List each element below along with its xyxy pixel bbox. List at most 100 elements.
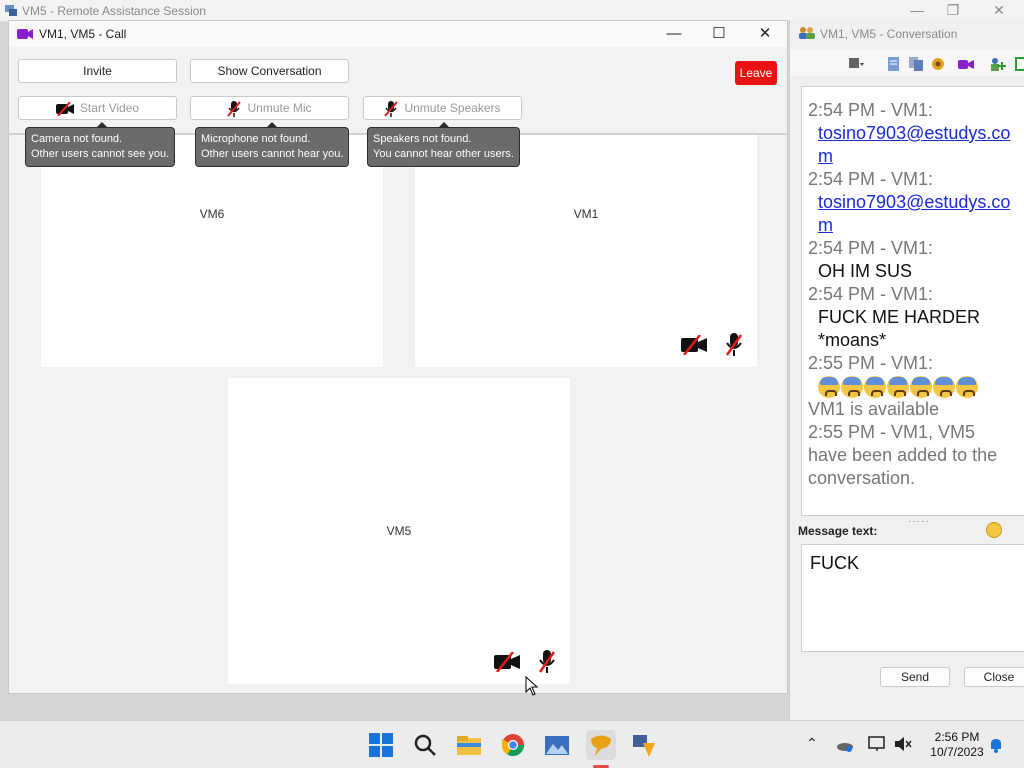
video-off-icon xyxy=(494,652,520,672)
speakers-not-found-tooltip: Speakers not found. You cannot hear othe… xyxy=(367,122,520,167)
participant-tile-vm5: VM5 xyxy=(228,378,570,684)
email-link[interactable]: tosino7903@estudys.com xyxy=(818,192,1010,235)
volume-muted-icon[interactable] xyxy=(894,736,912,752)
speaker-off-icon xyxy=(384,100,399,117)
anxious-face-emoji-icon xyxy=(956,376,978,399)
anxious-face-emoji-icon xyxy=(887,376,909,399)
message-header: 2:54 PM - VM1: xyxy=(808,100,934,120)
video-off-icon xyxy=(55,101,74,116)
clock-date: 10/7/2023 xyxy=(930,745,984,759)
call-window-title: VM1, VM5 - Call xyxy=(39,27,127,41)
emoji-picker-icon[interactable] xyxy=(986,522,1002,538)
show-conversation-button[interactable]: Show Conversation xyxy=(190,59,349,83)
photos-app-icon[interactable] xyxy=(541,729,573,761)
close-button[interactable]: Close xyxy=(964,667,1024,687)
email-link[interactable]: tosino7903@estudys.com xyxy=(818,123,1010,166)
participant-name: VM6 xyxy=(199,207,225,221)
mic-off-icon xyxy=(538,650,556,673)
outer-titlebar: VM5 - Remote Assistance Session — ❐ ✕ xyxy=(0,0,1024,22)
message-body: FUCK ME HARDER *moans* xyxy=(818,307,981,350)
video-camera-icon xyxy=(17,29,33,39)
invite-button[interactable]: Invite xyxy=(18,59,177,83)
clock-time: 2:56 PM xyxy=(934,730,980,744)
people-icon xyxy=(799,27,815,39)
call-titlebar: VM1, VM5 - Call — ☐ ✕ xyxy=(9,21,787,47)
message-header: 2:54 PM - VM1: xyxy=(808,169,934,189)
remote-assistance-icon xyxy=(5,5,17,16)
conversation-history: 2:54 PM - VM1: tosino7903@estudys.com 2:… xyxy=(801,86,1024,516)
send-button[interactable]: Send xyxy=(880,667,950,687)
tooltip-line: Speakers not found. xyxy=(373,133,472,145)
maximize-button[interactable]: ☐ xyxy=(704,24,734,44)
outer-close-button[interactable]: ✕ xyxy=(984,2,1014,19)
message-body: tosino7903@estudys.com xyxy=(808,191,1019,237)
notes-icon[interactable] xyxy=(886,56,902,72)
start-video-label: Start Video xyxy=(79,101,140,115)
message-input[interactable]: FUCK xyxy=(801,544,1024,652)
settings-icon[interactable] xyxy=(930,56,946,72)
tooltip-line: Camera not found. xyxy=(31,133,123,145)
message-text-label: Message text: xyxy=(798,524,878,538)
chrome-icon[interactable] xyxy=(497,729,529,761)
call-window: VM1, VM5 - Call — ☐ ✕ Invite Show Conver… xyxy=(8,20,788,694)
unmute-mic-button[interactable]: Unmute Mic xyxy=(190,96,349,120)
unmute-speakers-button[interactable]: Unmute Speakers xyxy=(363,96,522,120)
copy-icon[interactable] xyxy=(908,56,924,72)
start-icon[interactable] xyxy=(365,729,397,761)
tooltip-line: Microphone not found. xyxy=(201,133,311,145)
status-message: 2:55 PM - VM1, VM5 have been added to th… xyxy=(808,422,998,489)
conversation-title: VM1, VM5 - Conversation xyxy=(820,27,958,41)
participant-name: VM5 xyxy=(386,524,412,538)
camera-not-found-tooltip: Camera not found. Other users cannot see… xyxy=(25,122,176,167)
add-people-icon[interactable] xyxy=(990,56,1006,72)
anxious-face-emoji-icon xyxy=(818,376,840,399)
unmute-speakers-label: Unmute Speakers xyxy=(404,101,501,115)
onedrive-icon[interactable] xyxy=(836,738,854,752)
mic-off-icon xyxy=(227,100,242,117)
mic-not-found-tooltip: Microphone not found. Other users cannot… xyxy=(195,122,350,167)
outer-restore-button[interactable]: ❐ xyxy=(938,2,968,19)
display-icon[interactable] xyxy=(868,736,886,752)
tooltip-line: Other users cannot hear you. xyxy=(201,148,344,160)
anxious-face-emoji-icon xyxy=(933,376,955,399)
messenger-chat-icon[interactable] xyxy=(585,729,617,761)
start-video-button[interactable]: Start Video xyxy=(18,96,177,120)
anxious-face-emoji-icon xyxy=(841,376,863,399)
taskbar: ⌃ 2:56 PM 10/7/2023 xyxy=(0,720,1024,768)
overflow-icon[interactable] xyxy=(1014,56,1024,72)
emoji-row xyxy=(808,375,1019,399)
conversation-titlebar: VM1, VM5 - Conversation xyxy=(790,20,1024,46)
notification-bell-icon[interactable] xyxy=(988,736,1004,754)
message-body: OH IM SUS xyxy=(818,261,913,281)
splitter-grip[interactable]: ····· xyxy=(908,516,930,527)
message-header: 2:54 PM - VM1: xyxy=(808,284,934,304)
status-message: VM1 is available xyxy=(808,399,940,420)
participant-name: VM1 xyxy=(573,207,599,221)
remote-assistance-app-icon[interactable] xyxy=(629,729,661,761)
conversation-toolbar xyxy=(790,50,1024,76)
leave-button[interactable]: Leave xyxy=(735,61,777,85)
anxious-face-emoji-icon xyxy=(864,376,886,399)
message-header: 2:54 PM - VM1: xyxy=(808,238,934,258)
message-body: tosino7903@estudys.com xyxy=(808,122,1019,168)
presence-dropdown-icon[interactable] xyxy=(848,56,864,72)
anxious-face-emoji-icon xyxy=(910,376,932,399)
minimize-button[interactable]: — xyxy=(659,24,689,44)
outer-window-title: VM5 - Remote Assistance Session xyxy=(22,4,207,18)
mouse-cursor-icon xyxy=(525,676,539,696)
chevron-up-icon[interactable]: ⌃ xyxy=(806,735,818,752)
outer-minimize-button[interactable]: — xyxy=(902,2,932,18)
system-clock[interactable]: 2:56 PM 10/7/2023 xyxy=(924,730,990,760)
conversation-window: VM1, VM5 - Conversation 2:54 PM - VM1: t… xyxy=(789,20,1024,720)
tooltip-line: You cannot hear other users. xyxy=(373,148,514,160)
participant-tile-vm6: VM6 xyxy=(41,135,383,367)
tooltip-line: Other users cannot see you. xyxy=(31,148,170,160)
mic-off-icon xyxy=(725,333,743,356)
message-header: 2:55 PM - VM1: xyxy=(808,353,934,373)
video-call-icon[interactable] xyxy=(958,56,974,72)
video-off-icon xyxy=(681,335,707,355)
file-explorer-icon[interactable] xyxy=(453,729,485,761)
search-icon[interactable] xyxy=(409,729,441,761)
participant-tile-vm1: VM1 xyxy=(415,135,757,367)
close-window-button[interactable]: ✕ xyxy=(750,24,780,44)
